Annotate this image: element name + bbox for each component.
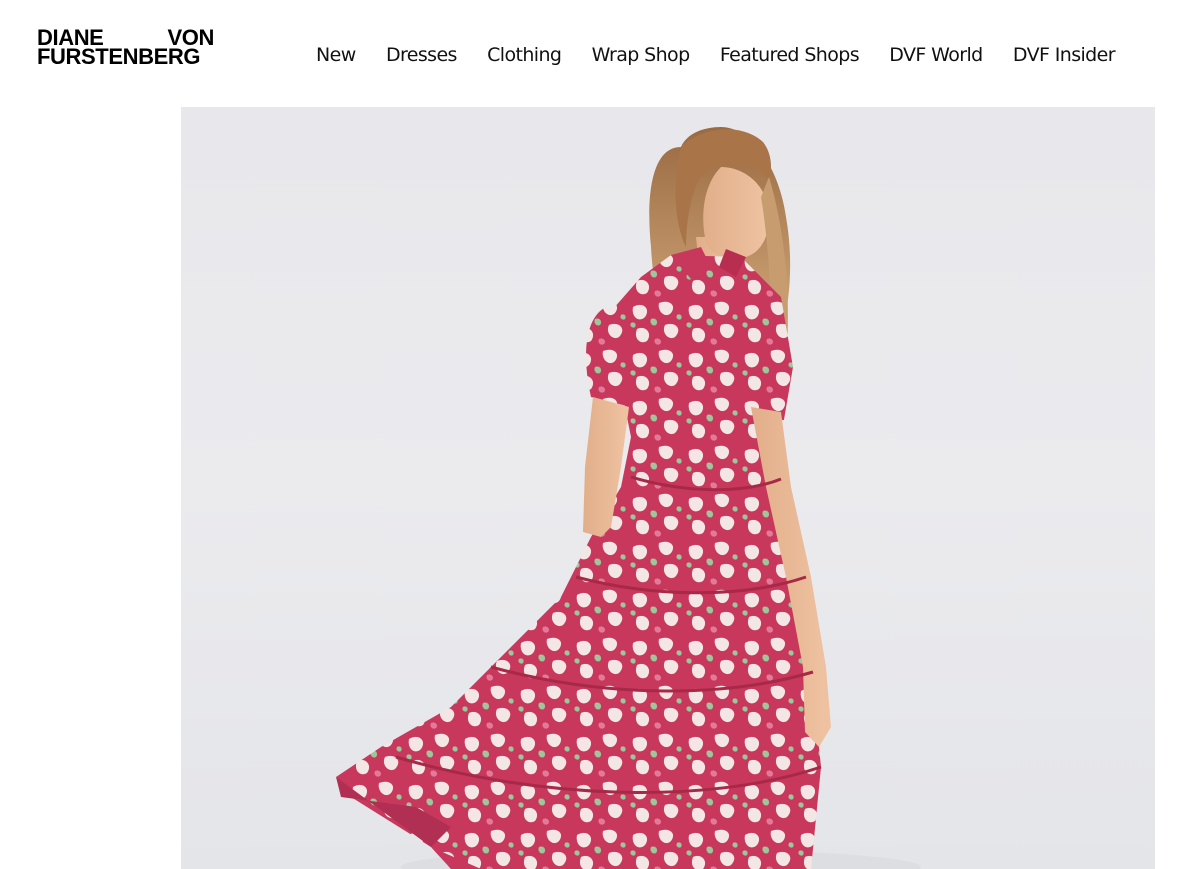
nav-item-wrap-shop[interactable]: Wrap Shop [592,44,690,66]
hero-image[interactable] [181,107,1155,869]
hero-model-illustration [336,127,921,869]
nav-item-clothing[interactable]: Clothing [487,44,562,66]
nav-item-dresses[interactable]: Dresses [386,44,458,66]
logo-word-furstenberg: FURSTENBERG [37,44,201,69]
nav-item-new[interactable]: New [316,44,356,66]
nav-item-dvf-insider[interactable]: DVF Insider [1013,44,1116,66]
logo-line-2: FURSTENBERG [37,44,214,69]
nav-item-dvf-world[interactable]: DVF World [889,44,983,66]
brand-logo[interactable]: DIANE VON FURSTENBERG [37,27,214,69]
main-navigation: New Dresses Clothing Wrap Shop Featured … [316,44,1116,66]
nav-item-featured-shops[interactable]: Featured Shops [720,44,860,66]
